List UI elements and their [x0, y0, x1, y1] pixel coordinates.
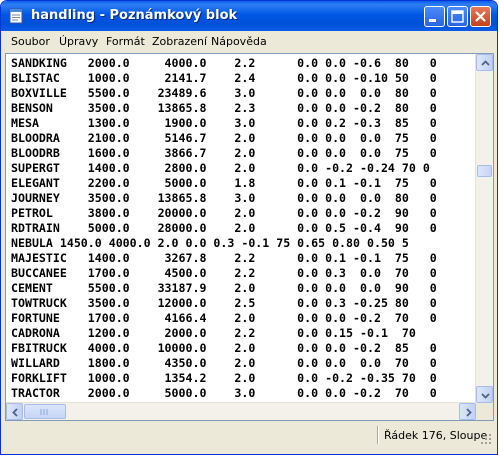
- maximize-icon: [451, 10, 464, 23]
- text-line: PETROL 3800.0 20000.0 2.0 0.0 0.0 -0.2 9…: [11, 206, 437, 220]
- text-line: SUPERGT 1400.0 2800.0 2.0 0.0 -0.2 -0.24…: [11, 161, 430, 175]
- status-bar: Řádek 176, Sloupe: [4, 424, 494, 447]
- scroll-down-button[interactable]: [476, 386, 493, 403]
- chevron-down-icon: [481, 393, 490, 399]
- scroll-left-button[interactable]: [6, 403, 23, 420]
- menu-edit[interactable]: Úpravy: [59, 35, 98, 48]
- maximize-button[interactable]: [447, 6, 468, 27]
- text-line: FORTUNE 1700.0 4166.4 2.0 0.0 0.0 -0.2 7…: [11, 311, 437, 325]
- close-button[interactable]: [470, 6, 491, 27]
- chevron-right-icon: [466, 408, 472, 417]
- text-line: CADRONA 1200.0 2000.0 2.2 0.0 0.15 -0.1 …: [11, 326, 416, 340]
- text-line: BENSON 3500.0 13865.8 2.3 0.0 0.0 -0.2 8…: [11, 101, 437, 115]
- horizontal-scroll-thumb[interactable]: [24, 404, 66, 419]
- text-line: CEMENT 5500.0 33187.9 2.0 0.0 0.0 0.0 90…: [11, 281, 437, 295]
- text-line: TRACTOR 2000.0 5000.0 3.0 0.0 0.0 -0.2 7…: [11, 386, 437, 400]
- text-line: BOXVILLE 5500.0 23489.6 3.0 0.0 0.0 0.0 …: [11, 86, 437, 100]
- menu-format[interactable]: Formát: [106, 35, 145, 48]
- close-icon: [475, 11, 486, 22]
- text-line: FORKLIFT 1000.0 1354.2 2.0 0.0 -0.2 -0.3…: [11, 371, 437, 385]
- vertical-scrollbar[interactable]: [475, 54, 493, 403]
- text-line: MESA 1300.0 1900.0 3.0 0.0 0.2 -0.3 85 0: [11, 116, 437, 130]
- chevron-left-icon: [12, 408, 18, 417]
- chevron-up-icon: [481, 60, 490, 66]
- menu-bar: Soubor Úpravy Formát Zobrazení Nápověda: [4, 31, 494, 52]
- grip-icon: [40, 409, 48, 415]
- text-line: NEBULA 1450.0 4000.0 2.0 0.0 0.3 -0.1 75…: [11, 236, 409, 250]
- notepad-window: handling - Poznámkový blok Soubor Úpravy…: [0, 0, 498, 455]
- title-bar[interactable]: handling - Poznámkový blok: [1, 1, 497, 31]
- horizontal-scrollbar[interactable]: [6, 402, 476, 420]
- text-line: FBITRUCK 4000.0 10000.0 2.0 0.0 0.0 -0.2…: [11, 341, 437, 355]
- text-editor[interactable]: SANDKING 2000.0 4000.0 2.2 0.0 0.0 -0.6 …: [5, 53, 494, 421]
- minimize-button[interactable]: [424, 6, 445, 27]
- window-title: handling - Poznámkový blok: [31, 8, 238, 23]
- minimize-icon: [429, 19, 436, 22]
- cursor-position: Řádek 176, Sloupe: [384, 429, 488, 442]
- text-line: BLOODRB 1600.0 3866.7 2.0 0.0 0.0 0.0 75…: [11, 146, 437, 160]
- text-line: MAJESTIC 1400.0 3267.8 2.2 0.0 0.1 -0.1 …: [11, 251, 437, 265]
- text-line: SANDKING 2000.0 4000.0 2.2 0.0 0.0 -0.6 …: [11, 56, 437, 70]
- status-divider: [377, 426, 379, 444]
- text-line: BLISTAC 1000.0 2141.7 2.4 0.0 0.0 -0.10 …: [11, 71, 437, 85]
- text-line: WILLARD 1800.0 4350.0 2.0 0.0 0.0 0.0 70…: [11, 356, 437, 370]
- vertical-scroll-thumb[interactable]: [477, 165, 492, 177]
- text-line: TOWTRUCK 3500.0 12000.0 2.5 0.0 0.3 -0.2…: [11, 296, 437, 310]
- resize-grip-icon[interactable]: [480, 433, 492, 445]
- text-line: JOURNEY 3500.0 13865.8 3.0 0.0 0.0 0.0 8…: [11, 191, 437, 205]
- text-line: BLOODRA 2100.0 5146.7 2.0 0.0 0.0 0.0 75…: [11, 131, 437, 145]
- scroll-right-button[interactable]: [459, 403, 476, 420]
- notepad-icon[interactable]: [9, 8, 24, 24]
- menu-help[interactable]: Nápověda: [211, 35, 267, 48]
- scroll-up-button[interactable]: [476, 54, 493, 71]
- menu-view[interactable]: Zobrazení: [152, 35, 207, 48]
- text-content[interactable]: SANDKING 2000.0 4000.0 2.2 0.0 0.0 -0.6 …: [6, 54, 476, 403]
- scrollbar-corner: [476, 403, 493, 420]
- text-line: ELEGANT 2200.0 5000.0 1.8 0.0 0.1 -0.1 7…: [11, 176, 437, 190]
- text-line: BUCCANEE 1700.0 4500.0 2.2 0.0 0.3 0.0 7…: [11, 266, 437, 280]
- menu-file[interactable]: Soubor: [11, 35, 50, 48]
- text-line: RDTRAIN 5000.0 28000.0 2.0 0.0 0.5 -0.4 …: [11, 221, 437, 235]
